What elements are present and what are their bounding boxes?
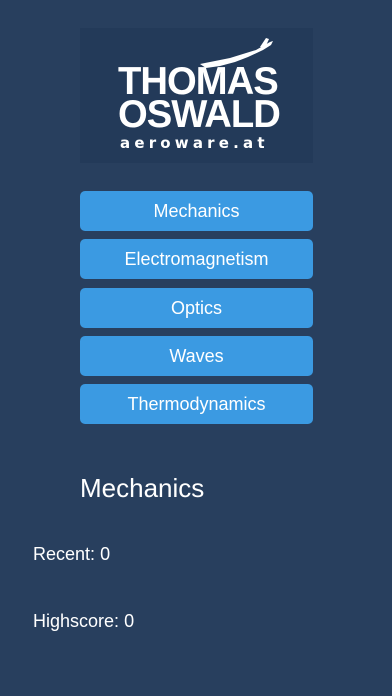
section-title: Mechanics [80, 473, 205, 503]
brand-logo: THOMAS OSWALD aeroware.at [80, 28, 313, 163]
logo-url: aeroware.at [120, 134, 269, 152]
logo-line-2: OSWALD [118, 93, 281, 136]
highscore: Highscore: 0 [33, 609, 134, 633]
recent-score: Recent: 0 [33, 542, 110, 566]
waves-button[interactable]: Waves [80, 336, 313, 376]
mechanics-button[interactable]: Mechanics [80, 191, 313, 231]
highscore-label: Highscore: [33, 611, 120, 631]
optics-button[interactable]: Optics [80, 288, 313, 328]
highscore-value: 0 [124, 611, 135, 631]
thermodynamics-button[interactable]: Thermodynamics [80, 384, 313, 424]
electromagnetism-button[interactable]: Electromagnetism [80, 239, 313, 279]
recent-label: Recent: [33, 544, 96, 564]
recent-value: 0 [100, 544, 111, 564]
